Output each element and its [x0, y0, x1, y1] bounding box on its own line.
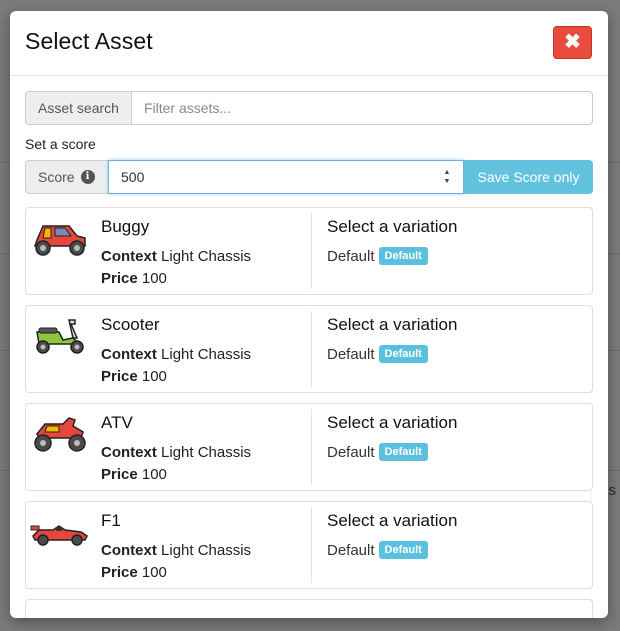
score-label: Score: [38, 169, 75, 185]
default-badge[interactable]: Default: [378, 345, 428, 363]
variation-option[interactable]: Default Default: [327, 443, 457, 461]
variation-section: Select a variation Default Default: [312, 404, 457, 490]
number-stepper[interactable]: ▲ ▼: [443, 169, 451, 185]
variation-section: Select a variation Default Default: [312, 306, 457, 392]
asset-info: ATV Context Light Chassis Price 100: [91, 404, 311, 490]
asset-context: Context Light Chassis: [101, 444, 252, 461]
score-input-wrapper: ▲ ▼: [108, 160, 464, 194]
close-button[interactable]: ✖: [553, 26, 592, 59]
set-score-label: Set a score: [25, 136, 96, 152]
stepper-up-icon[interactable]: ▲: [444, 169, 451, 176]
variation-option[interactable]: Default Default: [327, 345, 457, 363]
scooter-icon: [36, 319, 84, 354]
asset-info: Buggy Context Light Chassis Price 100: [91, 208, 311, 294]
asset-card[interactable]: F1 Context Light Chassis Price 100 Selec…: [25, 501, 593, 589]
asset-card-partial: [25, 599, 593, 618]
asset-context: Context Light Chassis: [101, 346, 252, 363]
buggy-icon: [33, 225, 86, 256]
score-group: Score i ▲ ▼ Save Score only: [25, 160, 593, 194]
info-icon[interactable]: i: [80, 170, 95, 184]
modal-body: Asset search Set a score Score i ▲ ▼ Sav…: [10, 76, 608, 618]
variation-name: Default: [327, 443, 375, 461]
default-badge[interactable]: Default: [378, 247, 428, 265]
asset-card[interactable]: ATV Context Light Chassis Price 100 Sele…: [25, 403, 593, 491]
score-input[interactable]: [109, 161, 463, 193]
asset-price: Price 100: [101, 466, 167, 483]
stepper-down-icon[interactable]: ▼: [444, 178, 451, 185]
f1-car-icon: [30, 525, 88, 546]
asset-context: Context Light Chassis: [101, 248, 252, 265]
variation-section: Select a variation Default Default: [312, 502, 457, 588]
asset-name: Buggy: [101, 217, 150, 236]
asset-name: ATV: [101, 413, 133, 432]
asset-price: Price 100: [101, 270, 167, 287]
modal-header: Select Asset ✖: [10, 11, 608, 76]
modal-title: Select Asset: [25, 28, 153, 54]
variation-title: Select a variation: [327, 315, 458, 334]
asset-search-group: Asset search: [25, 91, 593, 125]
variation-name: Default: [327, 541, 375, 559]
score-addon: Score i: [25, 160, 108, 194]
asset-card[interactable]: Scooter Context Light Chassis Price 100 …: [25, 305, 593, 393]
variation-title: Select a variation: [327, 413, 458, 432]
default-badge[interactable]: Default: [378, 541, 428, 559]
variation-title: Select a variation: [327, 511, 458, 530]
save-score-button[interactable]: Save Score only: [464, 160, 593, 194]
asset-name: Scooter: [101, 315, 160, 334]
asset-info: F1 Context Light Chassis Price 100: [91, 502, 311, 588]
asset-price: Price 100: [101, 368, 167, 385]
variation-option[interactable]: Default Default: [327, 247, 457, 265]
atv-icon: [34, 417, 86, 452]
variation-option[interactable]: Default Default: [327, 541, 457, 559]
select-asset-modal: Select Asset ✖ Asset search Set a score …: [10, 11, 608, 618]
asset-search-input[interactable]: [130, 91, 593, 125]
backdrop-partial-text: s: [608, 482, 617, 499]
variation-section: Select a variation Default Default: [312, 208, 457, 294]
variation-title: Select a variation: [327, 217, 458, 236]
close-icon: ✖: [564, 31, 581, 53]
variation-name: Default: [327, 345, 375, 363]
default-badge[interactable]: Default: [378, 443, 428, 461]
asset-list: Buggy Context Light Chassis Price 100 Se…: [25, 207, 593, 618]
asset-name: F1: [101, 511, 121, 530]
asset-search-label: Asset search: [25, 91, 131, 125]
asset-card[interactable]: Buggy Context Light Chassis Price 100 Se…: [25, 207, 593, 295]
asset-context: Context Light Chassis: [101, 542, 252, 559]
asset-price: Price 100: [101, 564, 167, 581]
asset-info: Scooter Context Light Chassis Price 100: [91, 306, 311, 392]
variation-name: Default: [327, 247, 375, 265]
